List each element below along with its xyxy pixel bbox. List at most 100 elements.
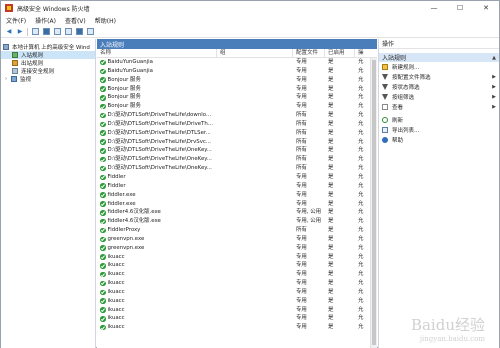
rule-action-cell: 允 (358, 315, 364, 322)
column-action[interactable]: 操 (355, 49, 369, 58)
tree-item-monitor[interactable]: › 监视 (1, 75, 95, 83)
table-row[interactable]: D:\驱动\DTLSoft\DriveTheLife\DTLSer... 所有 是 允 (97, 129, 377, 138)
properties-icon[interactable] (64, 28, 72, 36)
table-row[interactable]: Bonjour 服务 专用 是 允 (97, 93, 377, 102)
rule-profile-cell: 所有 (296, 156, 307, 163)
expand-chevron-icon[interactable]: › (5, 76, 10, 82)
table-row[interactable]: Fiddler 专用 是 允 (97, 173, 377, 182)
rule-enabled-cell: 是 (328, 85, 334, 92)
table-row[interactable]: ikuacc 专用 是 允 (97, 261, 377, 270)
rule-enabled-cell: 是 (328, 94, 334, 101)
menu-view[interactable]: 查看(V) (65, 16, 86, 25)
table-row[interactable]: Bonjour 服务 专用 是 允 (97, 85, 377, 94)
rule-group-cell (217, 102, 293, 111)
table-row[interactable]: fiddler.exe 专用 是 允 (97, 191, 377, 200)
rule-profile-cell: 所有 (296, 147, 307, 154)
rule-action-cell: 允 (358, 156, 364, 163)
tree-item-label: 出站规则 (21, 61, 44, 67)
scrollbar-thumb[interactable] (372, 60, 376, 345)
action-item[interactable]: 按组筛选 ▶ (379, 92, 499, 102)
table-row[interactable]: ikuacc 专用 是 允 (97, 297, 377, 306)
rule-group-cell (217, 297, 293, 306)
tree-item-outbound[interactable]: 出站规则 (1, 59, 95, 67)
table-row[interactable]: fiddler.exe 专用 是 允 (97, 200, 377, 209)
rule-action-cell: 允 (358, 59, 364, 65)
folder-icon[interactable] (31, 28, 39, 36)
tree-item-connection-security[interactable]: 连接安全规则 (1, 67, 95, 75)
rule-group-cell (217, 191, 293, 200)
action-item-label: 按状态筛选 (392, 85, 420, 91)
rule-group-cell (217, 261, 293, 270)
table-row[interactable]: ikuacc 专用 是 允 (97, 306, 377, 315)
column-group[interactable]: 组 (217, 48, 293, 58)
rule-name-text: greenvpn.exe (107, 235, 145, 242)
forward-arrow-icon[interactable]: ▶ (16, 28, 24, 36)
column-profile[interactable]: 配置文件 (293, 48, 325, 58)
table-row[interactable]: fiddler4.6汉化版.exe 专用, 公用是 允 (97, 217, 377, 226)
rule-name-cell: fiddler.exe (97, 191, 217, 200)
action-item[interactable]: 查看 ▶ (379, 102, 499, 112)
rule-name-text: D:\驱动\DTLSoft\DriveTheLife\DrvSvc... (107, 138, 211, 145)
table-row[interactable]: D:\驱动\DTLSoft\DriveTheLife\downlo... 所有 是 允 (97, 111, 377, 120)
action-item[interactable]: 按状态筛选 ▶ (379, 82, 499, 92)
rule-enabled-cell: 是 (328, 112, 334, 119)
table-row[interactable]: ikuacc 专用 是 允 (97, 288, 377, 297)
menu-help[interactable]: 帮助(H) (95, 16, 116, 25)
back-arrow-icon[interactable]: ◀ (5, 28, 13, 36)
outbound-rules-icon (12, 60, 18, 66)
table-row[interactable]: D:\驱动\DTLSoft\DriveTheLife\OneKey... 所有 是 允 (97, 146, 377, 155)
table-row[interactable]: ikuacc 专用 是 允 (97, 279, 377, 288)
column-enabled[interactable]: 已启用 (325, 48, 355, 58)
close-button[interactable]: ✕ (473, 1, 499, 15)
action-item[interactable]: 导出列表... (379, 125, 499, 135)
vertical-scrollbar[interactable] (370, 58, 377, 348)
rule-action-cell: 允 (358, 129, 364, 136)
maximize-button[interactable]: ☐ (447, 1, 473, 15)
help-toolbar-icon[interactable] (75, 28, 83, 36)
table-row[interactable]: Bonjour 服务 专用 是 允 (97, 76, 377, 85)
action-item[interactable]: 刷新 (379, 115, 499, 125)
table-row[interactable]: ikuacc 专用 是 允 (97, 314, 377, 323)
table-row[interactable]: fiddler4.6汉化版.exe 专用, 公用是 允 (97, 208, 377, 217)
table-row[interactable]: ikuacc 专用 是 允 (97, 270, 377, 279)
rule-action-cell: 允 (358, 244, 364, 251)
table-row[interactable]: FiddlerProxy 所有 是 允 (97, 226, 377, 235)
table-row[interactable]: D:\驱动\DTLSoft\DriveTheLife\DrvSvc... 所有 是 允 (97, 138, 377, 147)
table-row[interactable]: BaiduYunGuanjia 专用 是 允 (97, 67, 377, 76)
rule-group-cell (217, 208, 293, 217)
table-row[interactable]: ikuacc 专用 是 允 (97, 253, 377, 262)
toolbar: ◀ ▶ (1, 26, 499, 38)
rule-name-cell: BaiduYunGuanjia (97, 58, 217, 67)
action-item[interactable]: 帮助 (379, 135, 499, 145)
actions-section-header[interactable]: 入站规则 ▲ (379, 53, 499, 62)
table-row[interactable]: BaiduYunGuanjia 专用 是 允 (97, 58, 377, 67)
allow-rule-check-icon (100, 112, 106, 119)
rule-name-cell: greenvpn.exe (97, 235, 217, 244)
menu-file[interactable]: 文件(F) (6, 16, 26, 25)
table-row[interactable]: D:\驱动\DTLSoft\DriveTheLife\OneKey... 所有 是 允 (97, 164, 377, 173)
rule-action-cell: 允 (358, 209, 364, 216)
console-tree-icon[interactable] (42, 28, 50, 36)
collapse-arrow-icon[interactable]: ▲ (492, 55, 496, 61)
minimize-button[interactable]: — (421, 1, 447, 15)
allow-rule-check-icon (100, 201, 106, 207)
table-row[interactable]: ikuacc 专用 是 允 (97, 323, 377, 332)
table-row[interactable]: Fiddler 专用 是 允 (97, 182, 377, 191)
action-item[interactable]: 新建规则... (379, 62, 499, 72)
table-row[interactable]: D:\驱动\DTLSoft\DriveTheLife\DriveTh... 所有 是… (97, 120, 377, 129)
tree-item-inbound[interactable]: 入站规则 (1, 51, 95, 59)
rule-group-cell (217, 235, 293, 244)
tree-root[interactable]: 本地计算机 上的高级安全 Wind (1, 43, 95, 51)
rule-enabled-cell: 是 (328, 288, 334, 295)
allow-rule-check-icon (100, 271, 106, 278)
menu-action[interactable]: 操作(A) (35, 16, 56, 25)
table-row[interactable]: D:\驱动\DTLSoft\DriveTheLife\OneKey... 所有 是 允 (97, 155, 377, 164)
table-row[interactable]: greenvpn.exe 专用 是 允 (97, 244, 377, 253)
table-row[interactable]: Bonjour 服务 专用 是 允 (97, 102, 377, 111)
rule-profile-cell: 专用 (296, 297, 307, 304)
action-pane-icon[interactable] (86, 28, 94, 36)
table-row[interactable]: greenvpn.exe 专用 是 允 (97, 235, 377, 244)
action-item[interactable]: 按配置文件筛选 ▶ (379, 72, 499, 82)
column-name[interactable]: 名称 (97, 48, 217, 58)
list-view-icon[interactable] (53, 28, 61, 36)
